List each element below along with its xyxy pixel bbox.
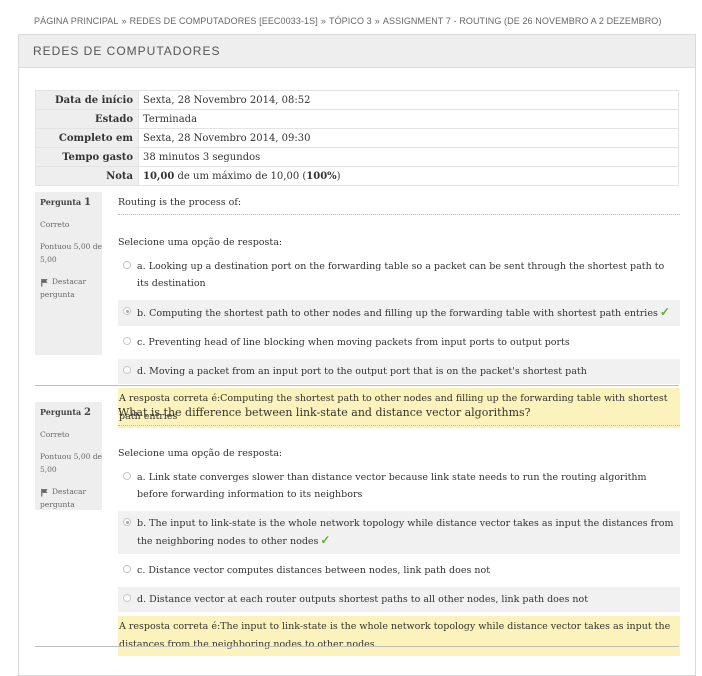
flag-question-link[interactable]: Destacar pergunta	[40, 485, 102, 511]
summary-value: Terminada	[138, 109, 679, 129]
answer-option-c[interactable]: c. Distance vector computes distances be…	[118, 558, 680, 583]
answer-prompt: Selecione uma opção de resposta:	[118, 448, 283, 459]
summary-label: Tempo gasto	[35, 147, 139, 167]
grade-percent: 100%	[306, 170, 337, 182]
breadcrumb-separator: »	[320, 16, 326, 26]
panel-title: REDES DE COMPUTADORES	[19, 35, 695, 68]
correct-answer-feedback: A resposta correta é:The input to link-s…	[118, 616, 680, 656]
flag-icon	[41, 278, 48, 287]
answer-prompt: Selecione uma opção de resposta:	[118, 237, 283, 248]
question-state: Correto	[40, 430, 70, 439]
breadcrumb-separator: »	[374, 16, 380, 26]
grade-value: 10,00	[143, 170, 175, 182]
summary-row: Tempo gasto 38 minutos 3 segundos	[35, 147, 679, 167]
flag-icon	[41, 488, 48, 497]
breadcrumb-course-link[interactable]: REDES DE COMPUTADORES [EEC0033-1S]	[130, 16, 318, 26]
question-state: Correto	[40, 220, 70, 229]
question-number: Pergunta 2	[40, 407, 91, 418]
attempt-summary-table: Data de início Sexta, 28 Novembro 2014, …	[35, 90, 679, 186]
radio-button[interactable]	[123, 366, 131, 374]
summary-label: Completo em	[35, 128, 139, 148]
summary-row: Estado Terminada	[35, 109, 679, 129]
summary-label: Nota	[35, 166, 139, 186]
answer-option-a[interactable]: a. Looking up a destination port on the …	[118, 254, 680, 296]
question-content-1: Routing is the process of: Selecione uma…	[118, 195, 680, 428]
summary-label: Data de início	[35, 90, 139, 110]
question-text: What is the difference between link-stat…	[118, 404, 680, 426]
answer-option-b[interactable]: b. Computing the shortest path to other …	[118, 300, 680, 326]
radio-button[interactable]	[123, 565, 131, 573]
question-marks: Pontuou 5,00 de 5,00	[40, 452, 102, 474]
check-icon: ✓	[320, 533, 331, 547]
summary-value: 38 minutos 3 segundos	[138, 147, 679, 167]
radio-button[interactable]	[123, 261, 131, 269]
check-icon: ✓	[659, 305, 670, 319]
summary-value-grade: 10,00 de um máximo de 10,00 (100%)	[138, 166, 679, 186]
question-divider	[35, 385, 679, 386]
breadcrumb-separator: »	[121, 16, 127, 26]
question-number: Pergunta 1	[40, 197, 91, 208]
question-text: Routing is the process of:	[118, 195, 680, 215]
radio-button-selected[interactable]	[123, 307, 131, 315]
grade-max: de um máximo de 10,00 (	[174, 170, 307, 182]
answer-option-c[interactable]: c. Preventing head of line blocking when…	[118, 330, 680, 355]
answer-option-d[interactable]: d. Distance vector at each router output…	[118, 587, 680, 612]
answer-option-b[interactable]: b. The input to link-state is the whole …	[118, 511, 680, 554]
flag-question-link[interactable]: Destacar pergunta	[40, 275, 102, 301]
question-marks: Pontuou 5,00 de 5,00	[40, 242, 102, 264]
summary-row: Nota 10,00 de um máximo de 10,00 (100%)	[35, 166, 679, 186]
summary-value: Sexta, 28 Novembro 2014, 09:30	[138, 128, 679, 148]
question-divider	[35, 646, 679, 647]
quiz-review-panel: REDES DE COMPUTADORES Data de início Sex…	[18, 34, 696, 676]
answer-option-a[interactable]: a. Link state converges slower than dist…	[118, 465, 680, 507]
summary-label: Estado	[35, 109, 139, 129]
radio-button-selected[interactable]	[123, 518, 131, 526]
breadcrumb-home-link[interactable]: PÁGINA PRINCIPAL	[34, 16, 118, 26]
summary-value: Sexta, 28 Novembro 2014, 08:52	[138, 90, 679, 110]
summary-row: Data de início Sexta, 28 Novembro 2014, …	[35, 90, 679, 110]
radio-button[interactable]	[123, 337, 131, 345]
summary-row: Completo em Sexta, 28 Novembro 2014, 09:…	[35, 128, 679, 148]
radio-button[interactable]	[123, 594, 131, 602]
breadcrumb-assignment-link[interactable]: ASSIGNMENT 7 - ROUTING (DE 26 NOVEMBRO A…	[383, 16, 662, 26]
question-content-2: What is the difference between link-stat…	[118, 404, 680, 656]
question-info-1: Pergunta 1 Correto Pontuou 5,00 de 5,00 …	[35, 192, 102, 355]
answer-option-d[interactable]: d. Moving a packet from an input port to…	[118, 359, 680, 384]
breadcrumb: PÁGINA PRINCIPAL» REDES DE COMPUTADORES […	[34, 16, 662, 26]
question-info-2: Pergunta 2 Correto Pontuou 5,00 de 5,00 …	[35, 402, 102, 510]
radio-button[interactable]	[123, 472, 131, 480]
grade-close: )	[336, 170, 341, 182]
breadcrumb-topic-link[interactable]: TÓPICO 3	[329, 16, 372, 26]
